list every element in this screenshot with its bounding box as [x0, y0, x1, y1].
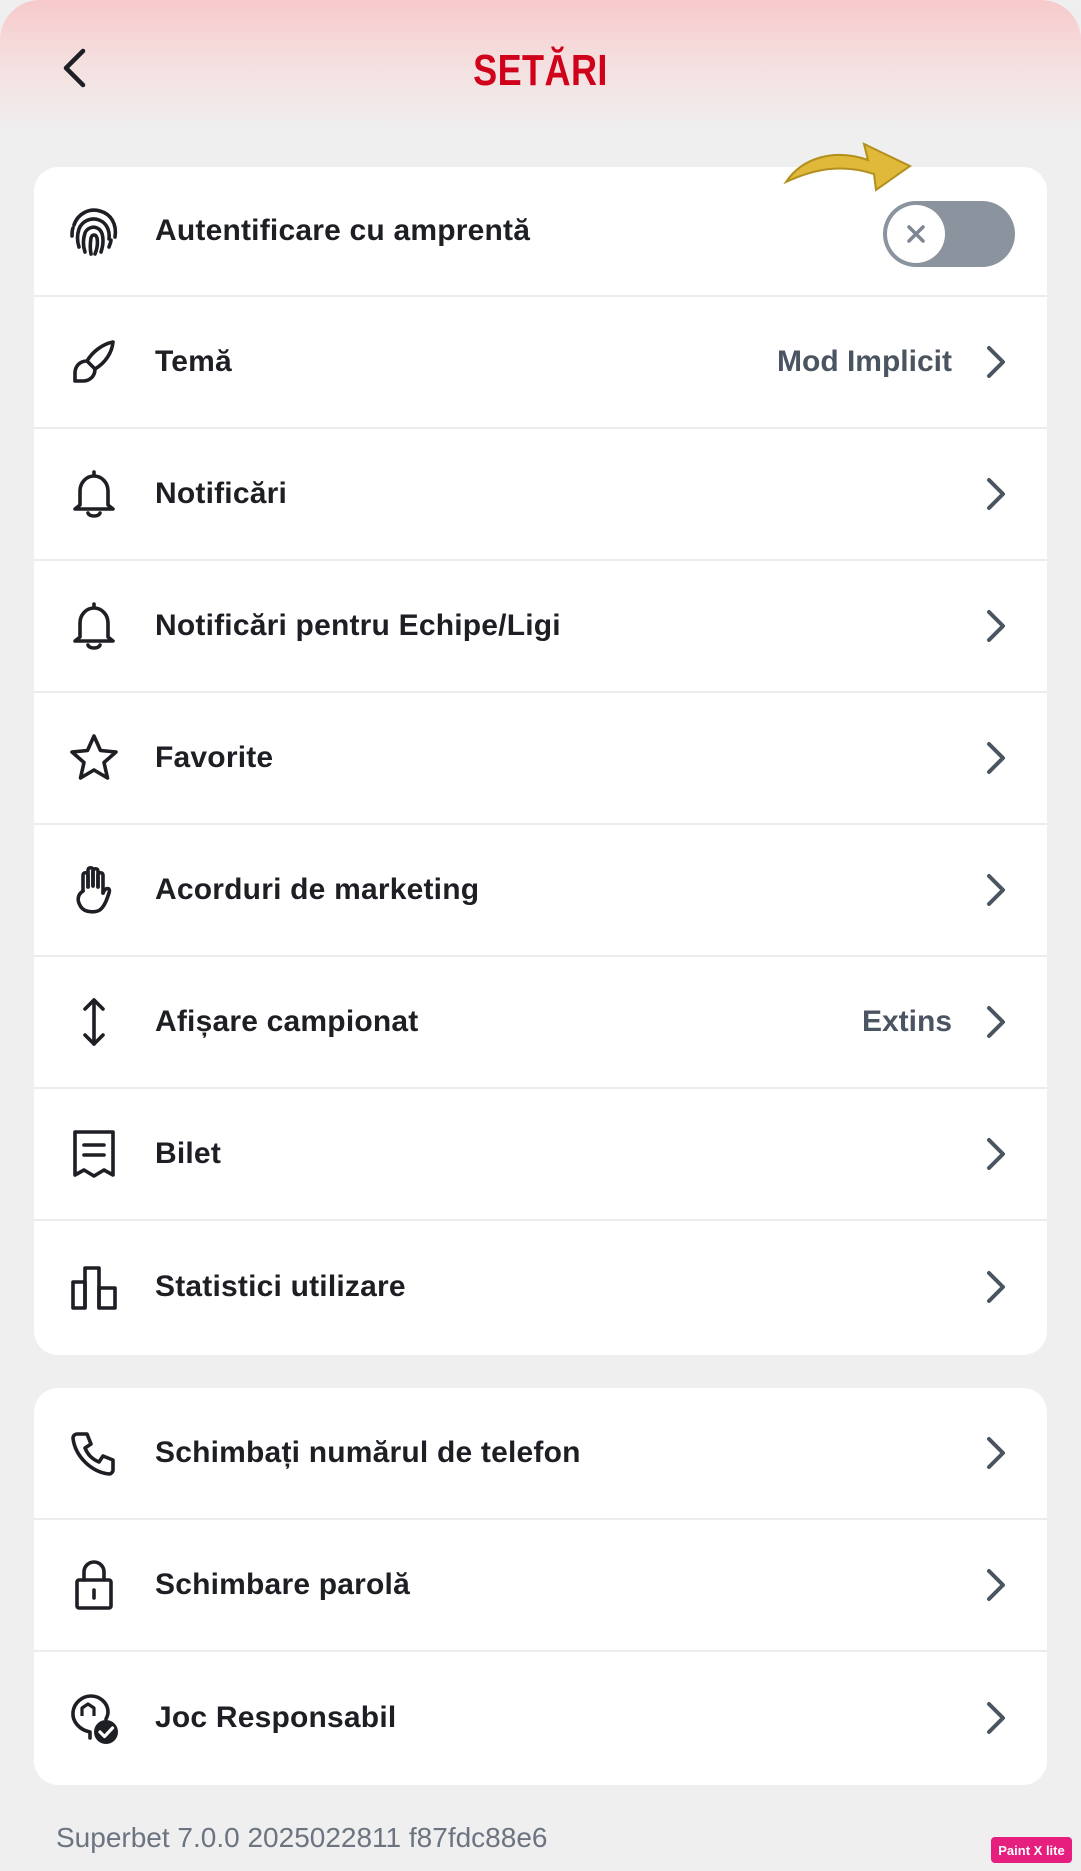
page-title: SETĂRI [473, 46, 608, 95]
settings-row-label: Afișare campionat [155, 1005, 419, 1038]
settings-row-team-notifications[interactable]: Notificări pentru Echipe/Ligi [34, 561, 1047, 693]
settings-row-championship-display[interactable]: Afișare campionat Extins [34, 957, 1047, 1089]
fingerprint-icon [64, 201, 124, 261]
settings-row-ticket[interactable]: Bilet [34, 1089, 1047, 1221]
settings-row-change-phone[interactable]: Schimbați numărul de telefon [34, 1388, 1047, 1520]
settings-row-usage-stats[interactable]: Statistici utilizare [34, 1221, 1047, 1353]
chevron-right-icon [983, 870, 1009, 910]
watermark-badge: Paint X lite [991, 1837, 1072, 1863]
hand-icon [64, 860, 124, 920]
settings-row-label: Favorite [155, 741, 274, 774]
settings-row-label: Bilet [155, 1137, 222, 1170]
settings-row-notifications[interactable]: Notificări [34, 429, 1047, 561]
fingerprint-toggle[interactable] [883, 201, 1015, 267]
chevron-right-icon [983, 342, 1009, 382]
chevron-left-icon [63, 48, 86, 88]
settings-row-label: Statistici utilizare [155, 1270, 406, 1303]
chevron-right-icon [983, 1698, 1009, 1738]
settings-row-label: Autentificare cu amprentă [155, 214, 531, 247]
settings-row-label: Notificări [155, 477, 288, 510]
settings-card-primary: Autentificare cu amprentă Temă Mod Impli… [34, 167, 1047, 1355]
chevron-right-icon [983, 474, 1009, 514]
settings-row-theme[interactable]: Temă Mod Implicit [34, 297, 1047, 429]
close-icon [907, 225, 925, 243]
brush-icon [64, 332, 124, 392]
bell-icon [64, 464, 124, 524]
championship-display-value: Extins [861, 1005, 952, 1038]
back-button[interactable] [52, 40, 96, 96]
vertical-arrows-icon [64, 992, 124, 1052]
settings-row-label: Schimbare parolă [155, 1568, 410, 1601]
star-icon [64, 728, 124, 788]
settings-card-account: Schimbați numărul de telefon Schimbare p… [34, 1388, 1047, 1785]
chevron-right-icon [983, 1134, 1009, 1174]
settings-row-change-password[interactable]: Schimbare parolă [34, 1520, 1047, 1652]
chevron-right-icon [983, 738, 1009, 778]
bar-chart-icon [64, 1257, 124, 1317]
settings-row-label: Joc Responsabil [155, 1701, 397, 1734]
phone-icon [64, 1423, 124, 1483]
settings-row-label: Temă [155, 345, 232, 378]
theme-value: Mod Implicit [777, 345, 952, 378]
receipt-icon [64, 1124, 124, 1184]
annotation-arrow-icon [783, 142, 912, 192]
settings-row-label: Notificări pentru Echipe/Ligi [155, 609, 561, 642]
chevron-right-icon [983, 1565, 1009, 1605]
settings-row-label: Schimbați numărul de telefon [155, 1436, 581, 1469]
bell-icon [64, 596, 124, 656]
settings-row-label: Acorduri de marketing [155, 873, 480, 906]
chevron-right-icon [983, 1267, 1009, 1307]
chevron-right-icon [983, 606, 1009, 646]
chevron-right-icon [983, 1433, 1009, 1473]
toggle-knob [887, 205, 945, 263]
app-version: Superbet 7.0.0 2025022811 f87fdc88e6 [56, 1822, 548, 1853]
settings-row-responsible-gaming[interactable]: Joc Responsabil [34, 1652, 1047, 1784]
header: SETĂRI [0, 0, 1081, 140]
settings-row-marketing[interactable]: Acorduri de marketing [34, 825, 1047, 957]
lock-icon [64, 1555, 124, 1615]
chevron-right-icon [983, 1002, 1009, 1042]
settings-row-favorites[interactable]: Favorite [34, 693, 1047, 825]
responsible-gaming-icon [64, 1688, 124, 1748]
